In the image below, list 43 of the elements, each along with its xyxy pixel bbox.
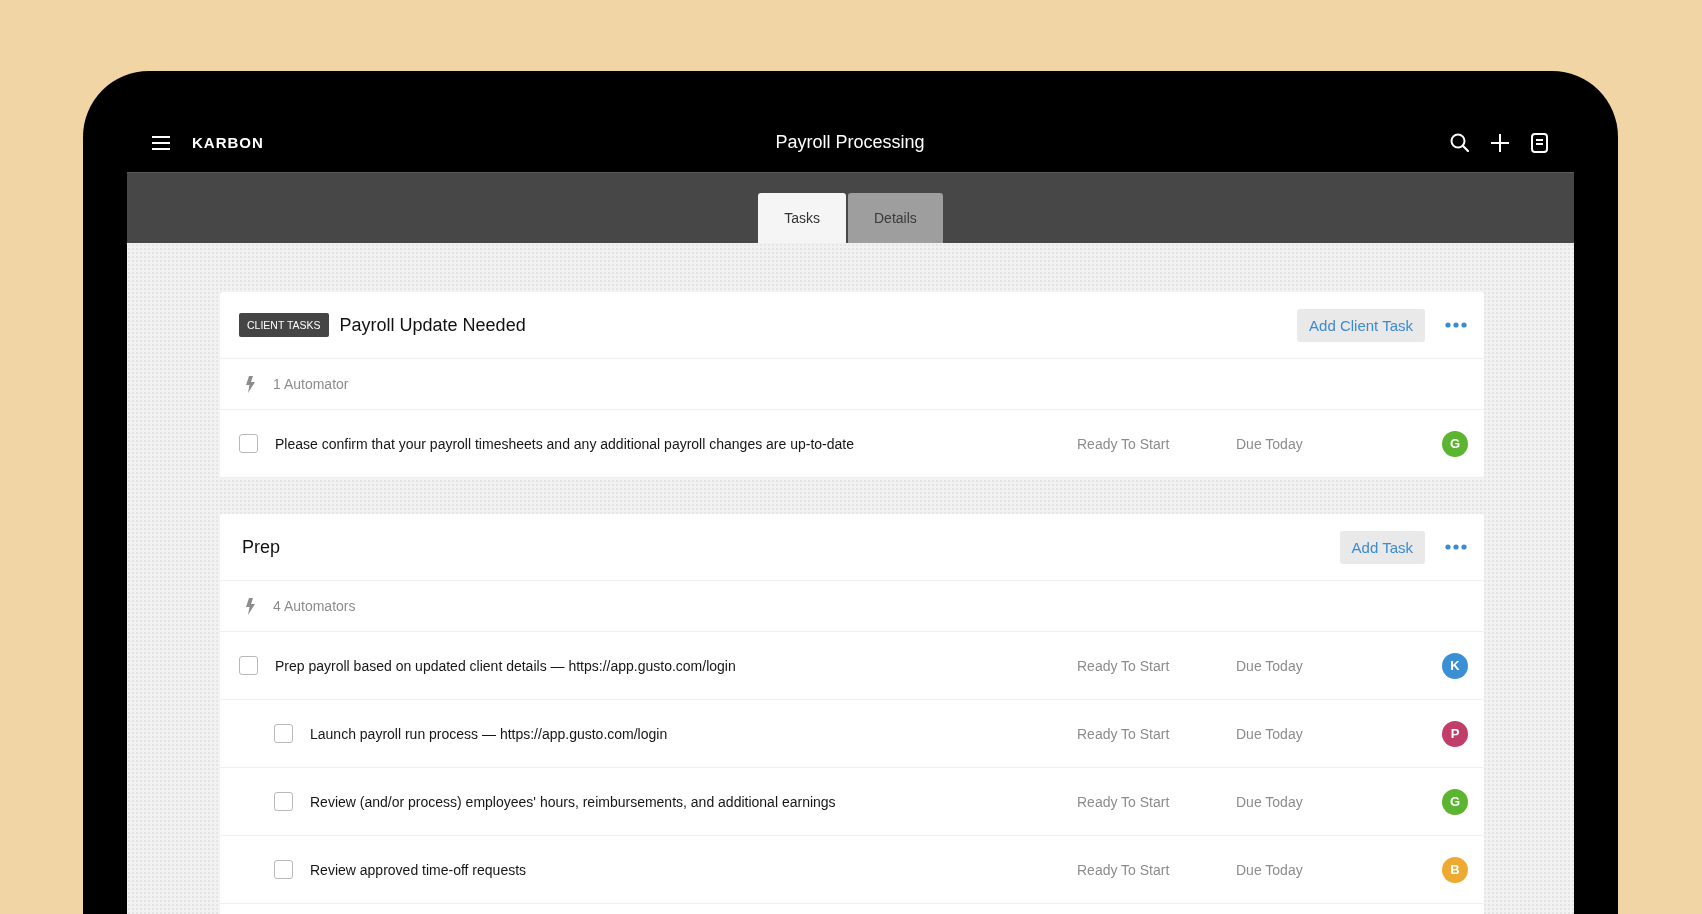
tab[interactable]: Details — [848, 193, 943, 243]
task-due-date: Due Today — [1236, 725, 1304, 742]
tab[interactable]: Tasks — [758, 193, 846, 243]
task-title[interactable]: Prep payroll based on updated client details — https://app.gusto.com/login — [275, 657, 1077, 674]
task-status: Ready To Start — [1077, 861, 1171, 878]
task-status: Ready To Start — [1077, 793, 1171, 810]
assignee-avatar[interactable]: P — [1442, 720, 1468, 747]
task-due-date: Due Today — [1236, 435, 1304, 452]
search-icon[interactable] — [1450, 133, 1469, 152]
task-checkbox[interactable] — [239, 434, 258, 453]
section-title: Payroll Update Needed — [339, 314, 526, 336]
more-icon[interactable] — [1445, 544, 1467, 550]
automator-count[interactable]: 4 Automators — [273, 598, 356, 614]
task-checkbox[interactable] — [274, 724, 293, 743]
lightning-icon — [245, 375, 255, 393]
task-status: Ready To Start — [1077, 725, 1171, 742]
add-task-button[interactable]: Add Client Task — [1297, 308, 1425, 342]
task-title[interactable]: Please confirm that your payroll timesheets and any additional payroll changes are up-to-date — [275, 435, 1077, 452]
page-title: Payroll Processing — [775, 132, 925, 153]
task-title[interactable]: Review approved time-off requests — [310, 861, 1077, 878]
task-due-date: Due Today — [1236, 657, 1304, 674]
plus-icon[interactable] — [1491, 133, 1509, 152]
task-due-date: Due Today — [1236, 861, 1304, 878]
section-title: Prep — [242, 536, 281, 558]
task-checkbox[interactable] — [274, 792, 293, 811]
brand-name: KARBON — [192, 134, 264, 151]
assignee-avatar[interactable]: K — [1442, 652, 1468, 679]
notes-icon[interactable] — [1531, 132, 1548, 153]
menu-icon[interactable] — [152, 135, 170, 150]
add-task-button[interactable]: Add Task — [1339, 530, 1425, 564]
task-checkbox[interactable] — [274, 860, 293, 879]
task-status: Ready To Start — [1077, 435, 1171, 452]
more-icon[interactable] — [1445, 322, 1467, 328]
automator-count[interactable]: 1 Automator — [273, 376, 349, 392]
task-status: Ready To Start — [1077, 657, 1171, 674]
task-due-date: Due Today — [1236, 793, 1304, 810]
section-tag: CLIENT TASKS — [239, 313, 329, 337]
task-title[interactable]: Review (and/or process) employees' hours, reimbursements, and additional earnings — [310, 793, 1077, 810]
task-checkbox[interactable] — [239, 656, 258, 675]
task-title[interactable]: Launch payroll run process — https://app.gusto.com/login — [310, 725, 1077, 742]
assignee-avatar[interactable]: G — [1442, 430, 1468, 457]
assignee-avatar[interactable]: G — [1442, 788, 1468, 815]
lightning-icon — [245, 597, 255, 615]
